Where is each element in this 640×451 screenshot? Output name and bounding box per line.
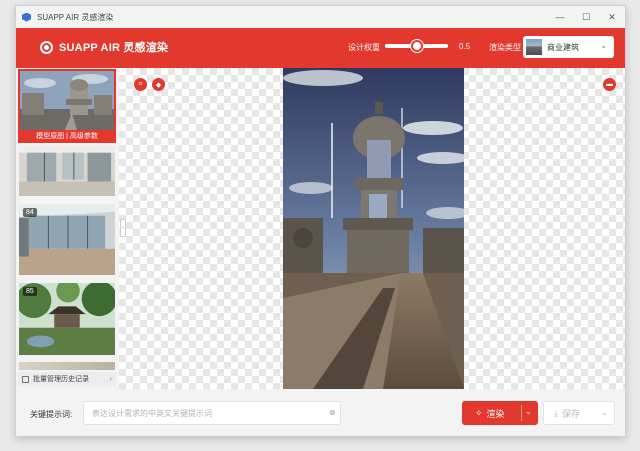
render-button[interactable]: ✧ 渲染 ⌄ xyxy=(462,401,538,425)
app-icon xyxy=(22,12,31,22)
prompt-bar: 关键提示词: ⊗ ✧ 渲染 ⌄ ⤓ 保存 ⌄ xyxy=(16,389,625,436)
close-button[interactable]: ✕ xyxy=(599,6,625,28)
title-bar: SUAPP AIR 灵感渲染 — ☐ ✕ xyxy=(16,6,625,28)
history-item[interactable]: 85 xyxy=(16,279,117,356)
batch-history-manager[interactable]: 批量管理历史记录 › xyxy=(18,372,116,386)
history-sidebar: 模型原图 | 高级参数 84 85 批量管理历史记录 › xyxy=(16,68,119,389)
save-button-label: 保存 xyxy=(561,408,580,419)
render-type-value: 商业建筑 xyxy=(547,42,579,52)
render-type-select[interactable]: 商业建筑 ⌄ xyxy=(523,36,614,58)
keyword-label: 关键提示词: xyxy=(30,410,73,419)
keyword-input[interactable] xyxy=(83,401,341,425)
minimize-button[interactable]: — xyxy=(547,6,573,28)
history-icon xyxy=(22,375,29,383)
history-item-badge: 85 xyxy=(23,287,37,296)
logo-icon xyxy=(40,40,53,54)
chevron-down-icon: ⌄ xyxy=(600,41,607,50)
save-button[interactable]: ⤓ 保存 ⌄ xyxy=(543,401,615,425)
history-item[interactable]: 84 xyxy=(18,203,116,276)
render-button-divider xyxy=(521,405,522,421)
maximize-button[interactable]: ☐ xyxy=(573,6,599,28)
building-type-thumbnail xyxy=(526,39,542,55)
weight-value: 0.5 xyxy=(459,42,471,51)
history-item[interactable] xyxy=(18,144,116,197)
interior-thumbnail xyxy=(19,362,115,370)
render-type-label: 渲染类型 xyxy=(489,43,521,52)
sparkle-icon: ✧ xyxy=(475,407,483,418)
window-title: SUAPP AIR 灵感渲染 xyxy=(37,12,114,22)
fantasy-tower-render xyxy=(283,68,464,389)
trash-icon[interactable]: ▬ xyxy=(603,78,616,91)
download-icon: ⤓ xyxy=(554,407,558,418)
weight-label: 设计权重 xyxy=(348,43,380,52)
history-label: 批量管理历史记录 xyxy=(33,376,89,383)
header-bar: SUAPP AIR 灵感渲染 设计权重 0.5 渲染类型 商业建筑 ⌄ xyxy=(16,28,625,68)
logo: SUAPP AIR 灵感渲染 xyxy=(40,39,168,55)
rendered-image xyxy=(283,68,464,389)
clear-icon[interactable]: ⊗ xyxy=(329,408,336,417)
brand-title: SUAPP AIR 灵感渲染 xyxy=(59,42,169,54)
weight-slider[interactable] xyxy=(385,40,448,52)
history-item-active[interactable]: 模型原图 | 高级参数 xyxy=(18,69,116,143)
render-button-label: 渲染 xyxy=(486,408,505,419)
chevron-right-icon: › xyxy=(109,375,112,383)
chevron-down-icon[interactable]: ⌄ xyxy=(601,408,608,417)
history-item[interactable] xyxy=(18,361,116,371)
weight-slider-thumb[interactable] xyxy=(410,40,423,52)
model-params-label[interactable]: 模型原图 | 高级参数 xyxy=(20,130,114,141)
crop-icon[interactable]: ⌗ xyxy=(134,78,147,91)
interior-thumbnail xyxy=(19,145,115,196)
render-canvas[interactable]: ⌗ ◆ ▬ xyxy=(119,68,625,389)
chevron-down-icon[interactable]: ⌄ xyxy=(525,407,532,416)
sidebar-collapse-handle[interactable]: ‹ xyxy=(120,219,126,237)
window-controls: — ☐ ✕ xyxy=(547,6,625,28)
app-window: SUAPP AIR 灵感渲染 — ☐ ✕ SUAPP AIR 灵感渲染 设计权重… xyxy=(15,5,626,437)
shield-icon[interactable]: ◆ xyxy=(152,78,165,91)
history-item-badge: 84 xyxy=(23,208,37,217)
